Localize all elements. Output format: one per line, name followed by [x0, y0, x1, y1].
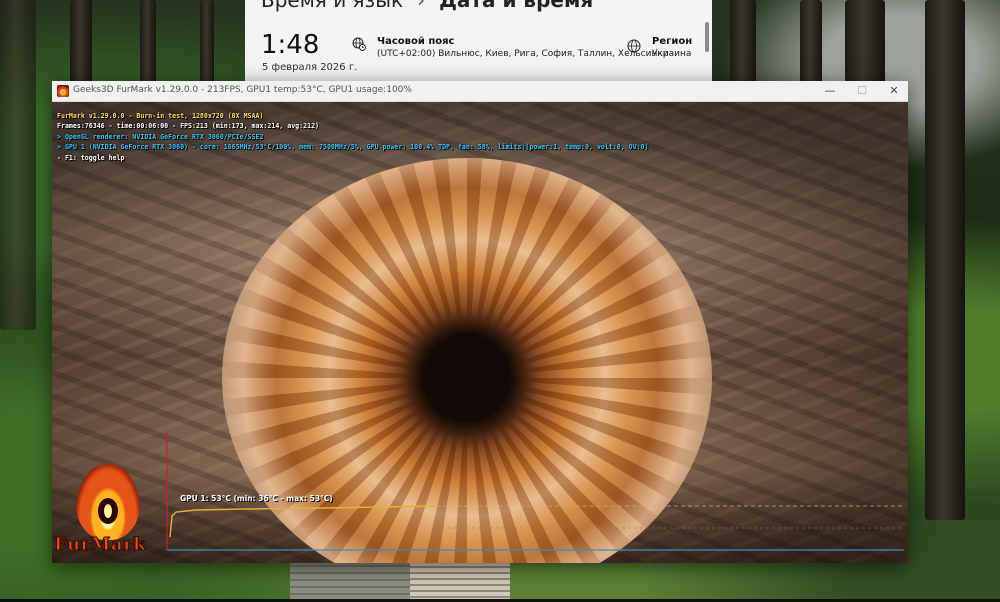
breadcrumb-parent[interactable]: Время и язык: [261, 0, 403, 12]
hud-frames-line: Frames:76346 - time:00:06:00 - FPS:213 (…: [57, 122, 320, 130]
gpu-temp-label: GPU 1: 53°C (min: 36°C - max: 53°C): [180, 494, 333, 503]
region-value[interactable]: Украина: [652, 49, 691, 59]
furmark-window-title: Geeks3D FurMark v1.29.0.0 - 213FPS, GPU1…: [73, 85, 412, 95]
tree-trunk: [730, 0, 756, 90]
tree-trunk: [800, 0, 822, 90]
hud-title-line: FurMark v1.29.0.0 - Burn-in test, 1280x7…: [57, 112, 264, 120]
tree-trunk: [845, 0, 885, 90]
minimize-button[interactable]: —: [814, 81, 846, 101]
tree-trunk: [925, 0, 965, 520]
timezone-value[interactable]: (UTC+02:00) Вильнюс, Киев, Рига, София, …: [377, 49, 669, 59]
breadcrumb: Время и язык › Дата и время: [261, 0, 593, 12]
hud-help-line: - F1: toggle help: [57, 154, 125, 162]
settings-scrollbar[interactable]: [705, 22, 709, 52]
close-button[interactable]: ✕: [878, 81, 910, 101]
current-time: 1:48: [261, 30, 320, 60]
furmark-window: Geeks3D FurMark v1.29.0.0 - 213FPS, GPU1…: [52, 81, 908, 563]
tree-trunk: [200, 0, 214, 90]
furmark-app-icon: [57, 85, 69, 97]
region-title: Регион: [652, 36, 693, 47]
current-date: 5 февраля 2026 г.: [262, 62, 358, 73]
timezone-clock-globe-icon: [352, 37, 366, 51]
furmark-titlebar[interactable]: Geeks3D FurMark v1.29.0.0 - 213FPS, GPU1…: [52, 81, 908, 102]
timezone-title: Часовой пояс: [377, 36, 455, 47]
gpu-temp-line: [169, 505, 437, 538]
tree-trunk: [70, 0, 92, 90]
tree-trunk: [0, 0, 36, 330]
furmark-logo-text: FurMark: [53, 534, 147, 556]
furmark-logo: FurMark: [53, 462, 164, 562]
furmark-render-canvas[interactable]: FurMark v1.29.0.0 - Burn-in test, 1280x7…: [52, 102, 908, 563]
settings-window: Время и язык › Дата и время 1:48 5 февраля…: [245, 0, 712, 82]
region-globe-icon: [627, 39, 641, 53]
wooden-stairs: [410, 562, 510, 602]
hud-gpu-line: > GPU 1 (NVIDIA GeForce RTX 3060) - core…: [57, 143, 649, 151]
hud-renderer-line: > OpenGL renderer: NVIDIA GeForce RTX 30…: [57, 133, 264, 141]
furmark-flame-icon: [76, 464, 140, 540]
breadcrumb-current: Дата и время: [439, 0, 594, 12]
breadcrumb-separator: ›: [417, 0, 426, 12]
gpu-temp-graph: GPU 1: 53°C (min: 36°C - max: 53°C): [166, 432, 906, 562]
tree-trunk: [140, 0, 156, 90]
maximize-button[interactable]: ☐: [846, 81, 878, 101]
